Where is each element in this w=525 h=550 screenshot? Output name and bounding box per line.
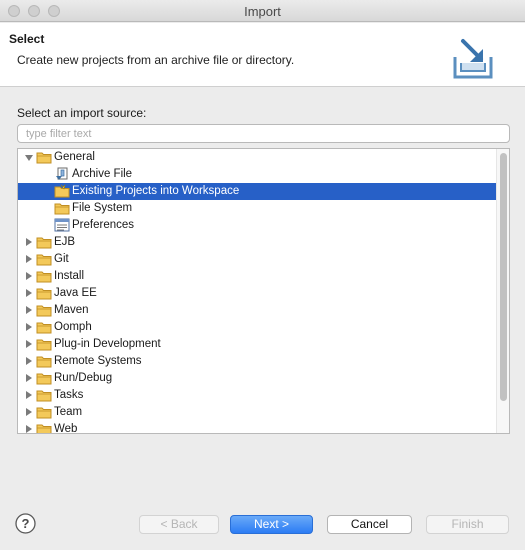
folder-icon	[36, 371, 52, 386]
preferences-icon	[54, 218, 70, 233]
window-title: Import	[244, 4, 281, 19]
folder-icon	[36, 150, 52, 165]
tree-item-label: Web	[54, 423, 78, 434]
archive-file-icon	[54, 167, 70, 182]
page-description: Create new projects from an archive file…	[17, 53, 295, 67]
tree-item[interactable]: Tasks	[18, 387, 496, 404]
tree-item-label: Git	[54, 253, 69, 265]
page-title: Select	[9, 32, 45, 46]
next-button[interactable]: Next >	[230, 515, 313, 534]
tree-item-label: Run/Debug	[54, 372, 113, 384]
folder-icon	[36, 320, 52, 335]
tree-item[interactable]: Java EE	[18, 285, 496, 302]
tree-item[interactable]: Plug-in Development	[18, 336, 496, 353]
tree-item[interactable]: EJB	[18, 234, 496, 251]
chevron-right-icon[interactable]	[26, 323, 32, 331]
tree-item[interactable]: Team	[18, 404, 496, 421]
tree-item-label: Preferences	[72, 219, 135, 231]
tree-item-label: General	[54, 151, 95, 163]
folder-icon	[36, 388, 52, 403]
chevron-right-icon[interactable]	[26, 391, 32, 399]
folder-icon	[36, 422, 52, 433]
tree-item-label: Install	[54, 270, 85, 282]
tree-item[interactable]: Oomph	[18, 319, 496, 336]
chevron-right-icon[interactable]	[26, 425, 32, 433]
chevron-right-icon[interactable]	[26, 357, 32, 365]
tree-item-label: Team	[54, 406, 83, 418]
back-button[interactable]: < Back	[139, 515, 219, 534]
folder-icon	[36, 405, 52, 420]
tree-item-label: Tasks	[54, 389, 84, 401]
tree-item-label: Maven	[54, 304, 89, 316]
wizard-header: Select Create new projects from an archi…	[0, 23, 525, 87]
tree-scrollbar[interactable]	[496, 149, 509, 433]
chevron-right-icon[interactable]	[26, 255, 32, 263]
chevron-right-icon[interactable]	[26, 306, 32, 314]
import-source-tree[interactable]: General Archive File Existing Projects int…	[17, 148, 510, 434]
folder-icon	[54, 201, 70, 216]
tree-item[interactable]: Preferences	[18, 217, 496, 234]
tree-item-label: Plug-in Development	[54, 338, 161, 350]
tree-scrollbar-thumb[interactable]	[500, 153, 507, 401]
project-folder-icon	[54, 184, 70, 199]
chevron-down-icon[interactable]	[25, 155, 33, 161]
tree-item[interactable]: Run/Debug	[18, 370, 496, 387]
tree-item[interactable]: Maven	[18, 302, 496, 319]
title-bar: Import	[0, 0, 525, 22]
tree-item-label: Existing Projects into Workspace	[72, 185, 240, 197]
chevron-right-icon[interactable]	[26, 408, 32, 416]
tree-item[interactable]: Web	[18, 421, 496, 434]
tree-item-label: Java EE	[54, 287, 97, 299]
chevron-right-icon[interactable]	[26, 238, 32, 246]
import-source-label: Select an import source:	[17, 106, 147, 120]
tree-item-label: EJB	[54, 236, 76, 248]
tree-item-label: Archive File	[72, 168, 133, 180]
folder-icon	[36, 337, 52, 352]
tree-item[interactable]: Install	[18, 268, 496, 285]
folder-icon	[36, 354, 52, 369]
folder-icon	[36, 252, 52, 267]
help-icon[interactable]: ?	[15, 513, 36, 534]
folder-icon	[36, 269, 52, 284]
tree-item[interactable]: Git	[18, 251, 496, 268]
tree-item-label: File System	[72, 202, 133, 214]
cancel-button[interactable]: Cancel	[327, 515, 412, 534]
filter-input[interactable]	[17, 124, 510, 143]
folder-icon	[36, 235, 52, 250]
tree-item[interactable]: Remote Systems	[18, 353, 496, 370]
chevron-right-icon[interactable]	[26, 289, 32, 297]
chevron-right-icon[interactable]	[26, 340, 32, 348]
finish-button[interactable]: Finish	[426, 515, 509, 534]
tree-item[interactable]: Archive File	[18, 166, 496, 183]
tree-item-label: Remote Systems	[54, 355, 142, 367]
folder-icon	[36, 303, 52, 318]
folder-icon	[36, 286, 52, 301]
tree-item[interactable]: Existing Projects into Workspace	[18, 183, 496, 200]
chevron-right-icon[interactable]	[26, 272, 32, 280]
chevron-right-icon[interactable]	[26, 374, 32, 382]
tree-item-label: Oomph	[54, 321, 92, 333]
import-wizard-icon	[453, 39, 493, 79]
tree-item[interactable]: File System	[18, 200, 496, 217]
tree-item[interactable]: General	[18, 149, 496, 166]
svg-text:?: ?	[22, 516, 30, 531]
